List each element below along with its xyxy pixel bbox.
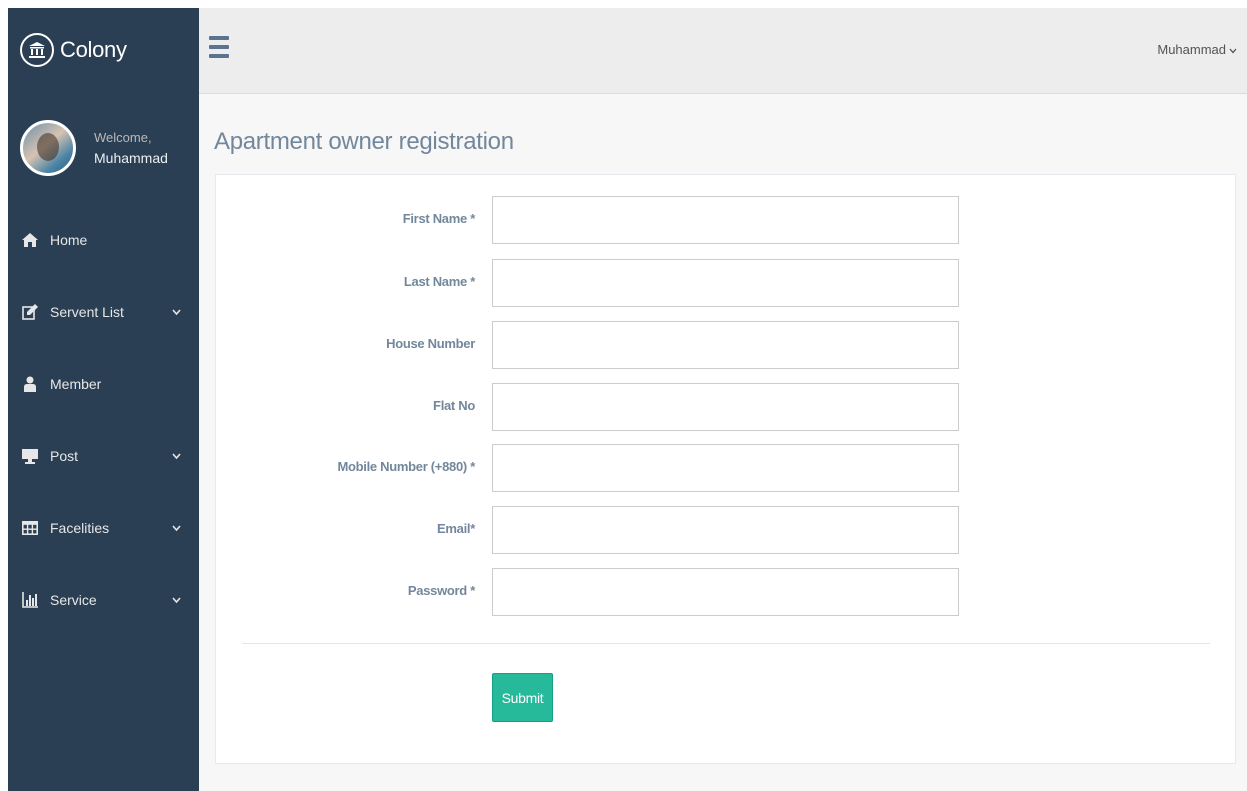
mobile-number-label: Mobile Number (+880) *: [337, 459, 475, 474]
password-input[interactable]: [492, 568, 959, 616]
table-icon: [20, 521, 40, 535]
sidebar-item-label: Post: [50, 448, 79, 464]
first-name-label: First Name *: [402, 211, 476, 226]
user-icon: [20, 376, 40, 392]
top-navbar: Muhammad: [199, 8, 1247, 94]
bank-icon: [20, 33, 54, 67]
sidebar: Colony Welcome, Muhammad Home Servent Li…: [8, 8, 199, 791]
password-label: Password *: [407, 583, 475, 598]
form-row-first-name: First Name *: [216, 196, 1235, 244]
sidebar-item-facelities[interactable]: Facelities: [8, 492, 199, 564]
flat-no-input[interactable]: [492, 383, 959, 431]
hamburger-icon[interactable]: [209, 36, 229, 58]
brand-title: Colony: [60, 37, 127, 62]
form-divider: [242, 643, 1210, 644]
mobile-number-input[interactable]: [492, 444, 959, 492]
form-row-password: Password *: [216, 568, 1235, 616]
house-number-input[interactable]: [492, 321, 959, 369]
welcome-text: Welcome,: [94, 130, 152, 145]
chevron-down-icon: [172, 450, 181, 462]
user-menu[interactable]: Muhammad: [1157, 42, 1237, 57]
profile: Welcome, Muhammad: [8, 92, 199, 204]
flat-no-label: Flat No: [433, 398, 475, 413]
house-number-label: House Number: [386, 336, 475, 351]
bar-chart-icon: [20, 592, 40, 608]
chevron-down-icon: [172, 594, 181, 606]
user-menu-name: Muhammad: [1157, 42, 1226, 57]
sidebar-item-label: Member: [50, 376, 102, 392]
form-row-house-number: House Number: [216, 321, 1235, 369]
form-row-last-name: Last Name *: [216, 259, 1235, 307]
edit-icon: [20, 304, 40, 320]
sidebar-item-service[interactable]: Service: [8, 564, 199, 636]
avatar: [20, 120, 76, 176]
sidebar-item-post[interactable]: Post: [8, 420, 199, 492]
sidebar-item-label: Facelities: [50, 520, 110, 536]
chevron-down-icon: [172, 306, 181, 318]
desktop-icon: [20, 448, 40, 464]
sidebar-item-label: Service: [50, 592, 97, 608]
sidebar-item-member[interactable]: Member: [8, 348, 199, 420]
sidebar-item-label: Home: [50, 232, 88, 248]
brand[interactable]: Colony: [8, 8, 199, 92]
page-title: Apartment owner registration: [214, 128, 514, 155]
email-input[interactable]: [492, 506, 959, 554]
submit-button[interactable]: Submit: [492, 673, 553, 722]
profile-text: Welcome, Muhammad: [94, 128, 168, 168]
profile-name: Muhammad: [94, 150, 168, 166]
chevron-down-icon: [172, 522, 181, 534]
sidebar-item-home[interactable]: Home: [8, 204, 199, 276]
last-name-input[interactable]: [492, 259, 959, 307]
sidebar-item-label: Servent List: [50, 304, 124, 320]
first-name-input[interactable]: [492, 196, 959, 244]
email-label: Email*: [437, 521, 475, 536]
form-row-flat-no: Flat No: [216, 383, 1235, 431]
main-content: Apartment owner registration First Name …: [199, 94, 1247, 791]
home-icon: [20, 233, 40, 247]
form-row-email: Email*: [216, 506, 1235, 554]
sidebar-item-servent-list[interactable]: Servent List: [8, 276, 199, 348]
form-row-mobile-number: Mobile Number (+880) *: [216, 444, 1235, 492]
sidebar-menu: Home Servent List Member Post Facelities…: [8, 204, 199, 636]
chevron-down-icon: [1229, 42, 1237, 57]
last-name-label: Last Name *: [403, 274, 475, 289]
registration-form-panel: First Name * Last Name * House Number Fl…: [215, 174, 1236, 764]
